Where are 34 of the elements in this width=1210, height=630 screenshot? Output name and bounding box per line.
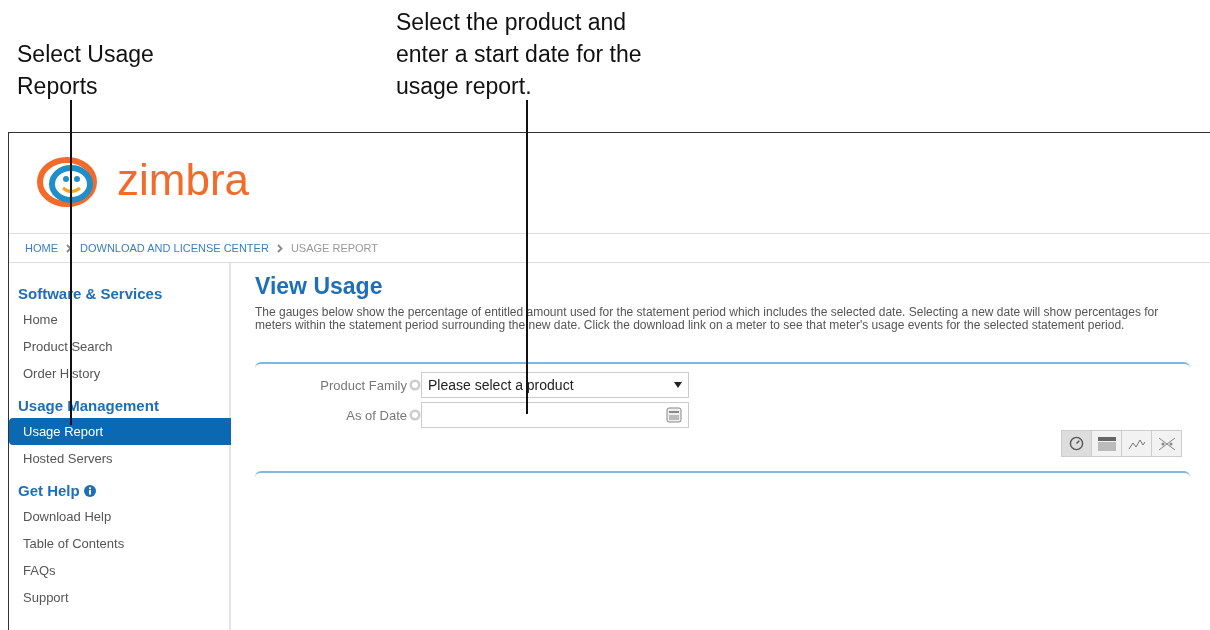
callout-text: Select the product and enter a start date for the usage report. [396, 8, 643, 101]
breadcrumb-link[interactable]: DOWNLOAD AND LICENSE CENTER [80, 242, 269, 254]
sidebar-item[interactable]: Product Search [9, 333, 231, 360]
product-dropdown[interactable]: Please select a product [421, 372, 689, 398]
sidebar-item[interactable]: Usage Report [9, 418, 231, 445]
date-field[interactable] [421, 402, 689, 428]
line-chart-icon [1127, 437, 1146, 450]
table-icon [1097, 436, 1116, 451]
description-text: The gauges below show the percentage of entitled amount used for the statement period which includes the selected date. Selecting a new date will show percentages for meters within the statement period surrounding the new date. Click the download link on a meter to see that meter's usage events for the selected statement period. [255, 306, 1160, 332]
logo-text: zimbra [117, 155, 250, 205]
view-mode-button[interactable] [1061, 430, 1092, 457]
page-title: View Usage [255, 273, 384, 300]
view-mode-button[interactable] [1151, 430, 1182, 457]
scatter-chart-icon [1157, 436, 1176, 451]
sidebar-item[interactable]: Support [9, 584, 231, 611]
view-mode-button[interactable] [1091, 430, 1122, 457]
gauge-icon [1069, 436, 1084, 451]
sidebar-item[interactable]: Home [9, 306, 231, 333]
section-title: Get Help [18, 482, 80, 499]
chevron-icon [276, 243, 283, 253]
sidebar-item[interactable]: Table of Contents [9, 530, 231, 557]
chevron-icon [66, 243, 72, 253]
sidebar-item[interactable]: Hosted Servers [9, 445, 231, 472]
breadcrumb-link[interactable]: HOME [25, 242, 58, 254]
field-label: Product Family [320, 377, 407, 393]
dropdown-arrow-icon [674, 382, 682, 388]
sidebar-item[interactable]: FAQs [9, 557, 231, 584]
calendar-icon[interactable] [666, 407, 682, 423]
callout-text: Select Usage Reports [17, 40, 155, 101]
help-icon[interactable] [409, 379, 421, 391]
view-mode-button[interactable] [1121, 430, 1152, 457]
help-icon[interactable] [409, 409, 421, 421]
field-label: As of Date [346, 407, 407, 423]
sidebar-item[interactable]: Download Help [9, 503, 231, 530]
